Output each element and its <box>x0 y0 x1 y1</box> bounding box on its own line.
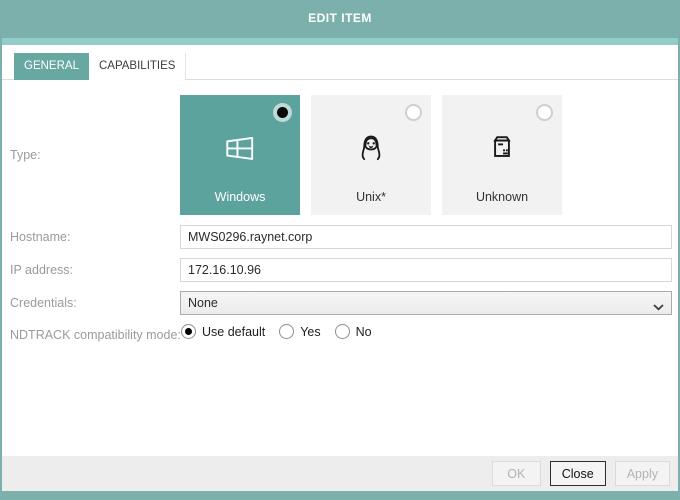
ndtrack-option-no[interactable]: No <box>335 324 372 339</box>
footer-bar: OK Close Apply <box>2 456 678 491</box>
titlebar: EDIT ITEM <box>0 0 680 38</box>
window-bottom-strip <box>0 491 680 500</box>
tab-bar: GENERAL CAPABILITIES <box>2 53 678 80</box>
ndtrack-option-label: Yes <box>300 325 320 339</box>
radio-unselected-icon[interactable] <box>536 104 553 121</box>
apply-button[interactable]: Apply <box>615 461 670 486</box>
credentials-selected-value: None <box>188 296 218 310</box>
ndtrack-option-label: Use default <box>202 325 265 339</box>
titlebar-accent-strip <box>0 38 680 45</box>
radio-unselected-icon[interactable] <box>405 104 422 121</box>
type-card-unknown[interactable]: Unknown <box>442 95 562 215</box>
type-card-label: Unix* <box>311 190 431 204</box>
credentials-label: Credentials: <box>10 296 77 310</box>
tab-capabilities[interactable]: CAPABILITIES <box>89 53 186 80</box>
edit-item-dialog: EDIT ITEM ✕ GENERAL CAPABILITIES Type: W… <box>0 0 680 500</box>
credentials-select[interactable]: None <box>180 291 672 315</box>
tux-penguin-icon <box>311 131 431 165</box>
windows-logo-icon <box>180 131 300 167</box>
unknown-box-icon <box>442 131 562 165</box>
ok-button[interactable]: OK <box>492 461 541 486</box>
tab-general[interactable]: GENERAL <box>14 53 89 80</box>
ndtrack-option-use-default[interactable]: Use default <box>181 324 265 339</box>
ndtrack-option-yes[interactable]: Yes <box>279 324 320 339</box>
close-button[interactable]: Close <box>550 461 606 486</box>
type-card-group: Windows Unix* <box>180 95 562 215</box>
ip-address-label: IP address: <box>10 263 73 277</box>
ndtrack-label: NDTRACK compatibility mode: <box>10 328 181 342</box>
type-card-windows[interactable]: Windows <box>180 95 300 215</box>
hostname-label: Hostname: <box>10 230 70 244</box>
ndtrack-radio-group: Use default Yes No <box>181 324 386 339</box>
type-label: Type: <box>10 148 41 162</box>
ip-address-input[interactable] <box>180 258 672 282</box>
dialog-title: EDIT ITEM <box>0 0 680 36</box>
ndtrack-option-label: No <box>356 325 372 339</box>
radio-selected-icon[interactable] <box>273 103 292 122</box>
window-border-left <box>0 0 2 500</box>
type-card-label: Unknown <box>442 190 562 204</box>
radio-selected-icon[interactable] <box>181 324 196 339</box>
chevron-down-icon <box>653 300 664 314</box>
type-card-label: Windows <box>180 190 300 204</box>
hostname-input[interactable] <box>180 225 672 249</box>
radio-unselected-icon[interactable] <box>335 324 350 339</box>
type-card-unix[interactable]: Unix* <box>311 95 431 215</box>
radio-unselected-icon[interactable] <box>279 324 294 339</box>
